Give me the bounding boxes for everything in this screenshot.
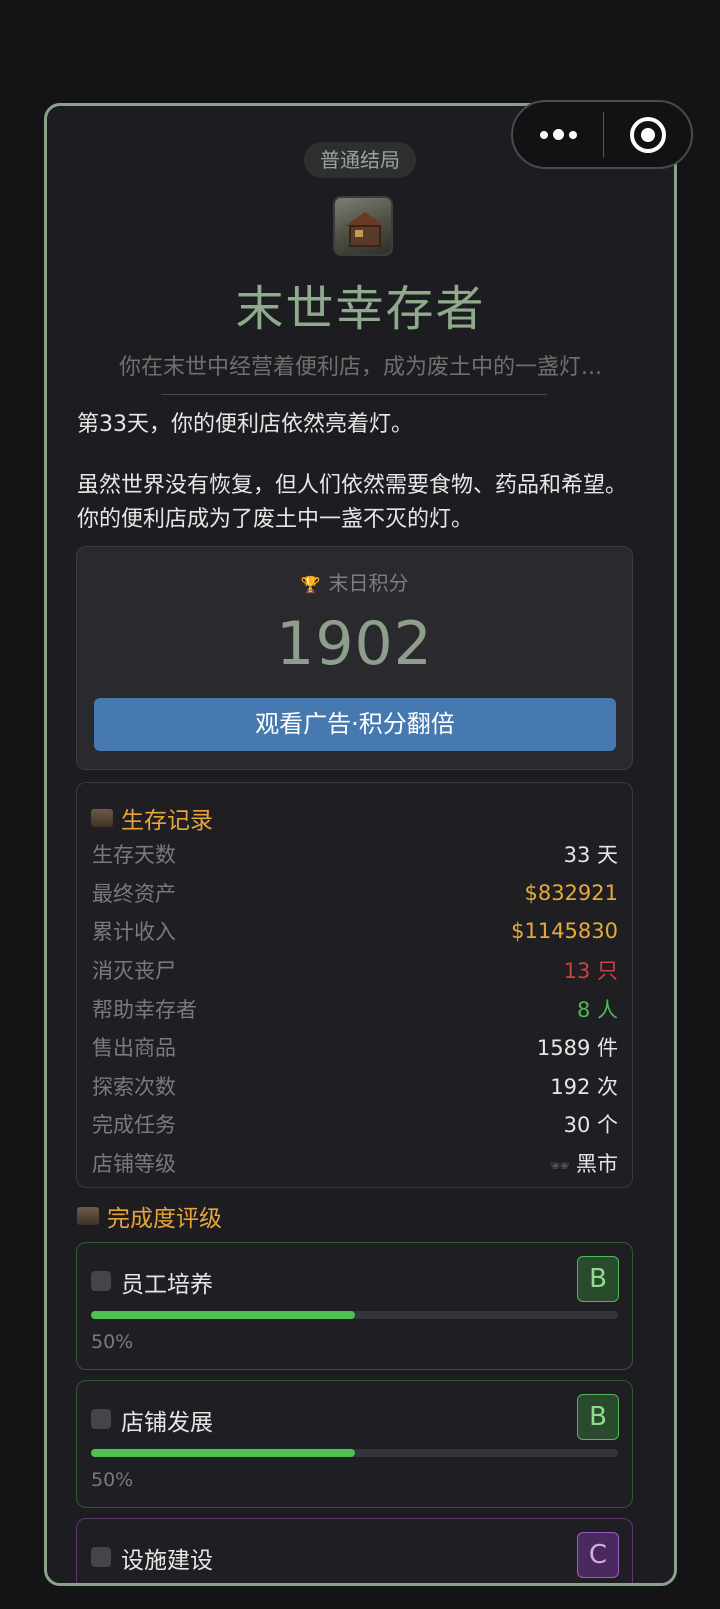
record-row: 售出商品 1589 件 — [92, 1028, 618, 1067]
grade-name: 员工培养 — [121, 1272, 213, 1298]
ending-story: 第33天，你的便利店依然亮着灯。 虽然世界没有恢复，但人们依然需要食物、药品和希… — [77, 408, 637, 537]
sunglasses-icon: 🕶 — [549, 1156, 570, 1176]
record-value: $832921 — [524, 881, 618, 905]
more-dots-icon[interactable] — [513, 102, 603, 167]
ending-type-badge: 普通结局 — [304, 142, 416, 178]
record-value-text: 8 人 — [576, 997, 618, 1022]
survival-record-title: 生存记录 — [91, 801, 213, 835]
record-label: 完成任务 — [92, 1113, 176, 1138]
record-value: 8 人 — [577, 994, 618, 1024]
grade-category-icon — [91, 1547, 111, 1567]
score-value: 1902 — [276, 609, 433, 679]
record-row: 探索次数 192 次 — [92, 1067, 618, 1106]
record-label: 帮助幸存者 — [92, 997, 197, 1022]
ending-card: 普通结局 末世幸存者 你在末世中经营着便利店，成为废土中的一盏灯... 第33天… — [44, 103, 677, 1586]
record-row: 最终资产 $832921 — [92, 874, 618, 913]
house-icon — [91, 809, 113, 827]
grade-category-icon — [91, 1409, 111, 1429]
record-label: 最终资产 — [92, 881, 176, 906]
record-value-text: 33 天 — [563, 843, 618, 868]
grade-progress-bar — [91, 1449, 618, 1457]
grade-name: 设施建设 — [121, 1548, 213, 1574]
story-paragraph: 第33天，你的便利店依然亮着灯。 — [77, 412, 413, 437]
record-value: 192 次 — [550, 1071, 618, 1101]
section-title-text: 完成度评级 — [107, 1206, 222, 1232]
record-value-text: 13 只 — [563, 959, 618, 984]
grade-progress-bar — [91, 1311, 618, 1319]
grade-badge: B — [577, 1394, 619, 1440]
ruined-house-icon — [333, 196, 393, 256]
score-panel: 🏆 末日积分 1902 观看广告·积分翻倍 — [76, 546, 633, 770]
record-value-text: 1589 件 — [536, 1036, 618, 1061]
record-list: 生存天数 33 天最终资产 $832921 累计收入 $1145830 消灭丧尸 13 只帮… — [92, 835, 618, 1182]
record-value: 33 天 — [564, 839, 618, 869]
record-value-text: 黑市 — [576, 1152, 618, 1177]
target-close-icon[interactable] — [604, 116, 691, 153]
record-value: 🕶 黑市 — [550, 1148, 618, 1178]
grade-name: 店铺发展 — [121, 1410, 213, 1436]
ending-subtitle: 你在末世中经营着便利店，成为废土中的一盏灯... — [119, 355, 602, 380]
record-row: 消灭丧尸 13 只 — [92, 951, 618, 990]
record-value: 30 个 — [564, 1109, 618, 1139]
record-label: 探索次数 — [92, 1074, 176, 1099]
grade-progress-text: 50% — [91, 1469, 134, 1491]
grade-card: 设施建设 C — [76, 1518, 633, 1583]
record-value-text: 30 个 — [563, 1113, 618, 1138]
record-value-text: $832921 — [524, 880, 618, 905]
record-label: 累计收入 — [92, 920, 176, 945]
grade-card: 店铺发展 B 50% — [76, 1380, 633, 1508]
grade-progress-fill — [91, 1449, 355, 1457]
grade-category-icon — [91, 1271, 111, 1291]
mini-program-capsule — [511, 100, 693, 169]
grade-badge: B — [577, 1256, 619, 1302]
divider — [161, 394, 547, 395]
score-label: 末日积分 — [328, 571, 409, 595]
record-row: 帮助幸存者 8 人 — [92, 989, 618, 1028]
ending-title: 末世幸存者 — [235, 281, 486, 337]
grade-badge: C — [577, 1532, 619, 1578]
score-label-row: 🏆 末日积分 — [77, 567, 632, 596]
record-row: 完成任务 30 个 — [92, 1105, 618, 1144]
story-paragraph: 虽然世界没有恢复，但人们依然需要食物、药品和希望。你的便利店成为了废土中一盏不灭… — [77, 473, 628, 532]
survival-record-panel: 生存记录 生存天数 33 天最终资产 $832921 累计收入 $1145830 消灭丧尸… — [76, 782, 633, 1188]
record-row: 生存天数 33 天 — [92, 835, 618, 874]
section-title-text: 生存记录 — [121, 808, 213, 834]
record-label: 店铺等级 — [92, 1152, 176, 1177]
record-label: 售出商品 — [92, 1036, 176, 1061]
record-value: 13 只 — [564, 955, 618, 985]
record-value: 1589 件 — [537, 1032, 618, 1062]
record-label: 消灭丧尸 — [92, 959, 176, 984]
record-row: 店铺等级 🕶 黑市 — [92, 1144, 618, 1183]
grade-progress-text: 50% — [91, 1331, 134, 1353]
grade-progress-fill — [91, 1311, 355, 1319]
record-label: 生存天数 — [92, 843, 176, 868]
record-value-text: $1145830 — [511, 919, 618, 944]
grades-title: 完成度评级 — [77, 1199, 222, 1233]
app-screen: 普通结局 末世幸存者 你在末世中经营着便利店，成为废土中的一盏灯... 第33天… — [0, 0, 720, 1609]
house-icon — [77, 1207, 99, 1225]
record-value: $1145830 — [511, 919, 618, 943]
trophy-icon: 🏆 — [300, 575, 321, 594]
grade-card: 员工培养 B 50% — [76, 1242, 633, 1370]
record-value-text: 192 次 — [550, 1074, 618, 1099]
watch-ad-double-score-button[interactable]: 观看广告·积分翻倍 — [94, 698, 616, 751]
record-row: 累计收入 $1145830 — [92, 912, 618, 951]
